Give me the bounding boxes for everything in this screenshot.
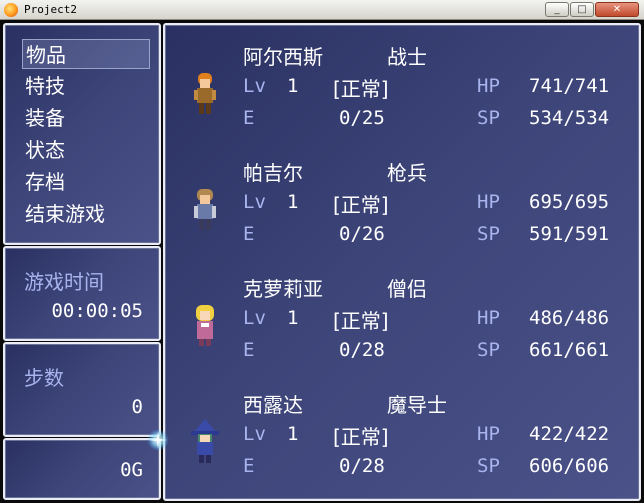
- sp-value: 606/606: [529, 455, 610, 477]
- sp-value: 591/591: [529, 223, 610, 245]
- party-member[interactable]: 西露达 魔导士 Lv 1 [正常] HP 422/422 E 0/28 SP 6…: [165, 373, 639, 489]
- steps-window: 步数 0: [3, 342, 161, 437]
- member-state: [正常]: [333, 193, 389, 217]
- sp-label: SP: [477, 107, 500, 129]
- steps-value: 0: [131, 396, 143, 418]
- play-time-window: 游戏时间 00:00:05: [3, 246, 161, 341]
- level-label: Lv: [243, 191, 266, 213]
- hp-value: 422/422: [529, 423, 610, 445]
- member-class: 战士: [387, 45, 427, 69]
- gold-value: 0G: [120, 459, 143, 481]
- level-value: 1: [287, 191, 299, 213]
- party-member[interactable]: 克萝莉亚 僧侣 Lv 1 [正常] HP 486/486 E 0/28 SP 6…: [165, 257, 639, 373]
- exp-label: E: [243, 223, 255, 245]
- member-state: [正常]: [333, 309, 389, 333]
- hp-label: HP: [477, 307, 500, 329]
- menu-item-end-game[interactable]: 结束游戏: [22, 199, 150, 229]
- member-class: 魔导士: [387, 393, 447, 417]
- warrior-sprite-icon: [194, 73, 216, 114]
- party-status-window: 阿尔西斯 战士 Lv 1 [正常] HP 741/741 E 0/25 SP 5…: [163, 23, 641, 501]
- sp-value: 661/661: [529, 339, 610, 361]
- member-class: 僧侣: [387, 277, 427, 301]
- exp-value: 0/28: [339, 339, 385, 361]
- member-name: 阿尔西斯: [243, 45, 323, 69]
- member-state: [正常]: [333, 425, 389, 449]
- exp-value: 0/26: [339, 223, 385, 245]
- sp-label: SP: [477, 455, 500, 477]
- maximize-button[interactable]: □: [570, 2, 594, 17]
- member-class: 枪兵: [387, 161, 427, 185]
- sp-label: SP: [477, 339, 500, 361]
- app-icon: [4, 3, 18, 17]
- hp-value: 486/486: [529, 307, 610, 329]
- member-name: 帕吉尔: [243, 161, 303, 185]
- gold-window: 0G: [3, 438, 161, 500]
- window-title: Project2: [24, 3, 77, 16]
- close-button[interactable]: ✕: [595, 2, 639, 17]
- menu-item-save[interactable]: 存档: [22, 167, 150, 197]
- mage-sprite-icon: [191, 419, 219, 463]
- level-value: 1: [287, 423, 299, 445]
- level-label: Lv: [243, 423, 266, 445]
- party-member[interactable]: 帕吉尔 枪兵 Lv 1 [正常] HP 695/695 E 0/26 SP 59…: [165, 141, 639, 257]
- sp-value: 534/534: [529, 107, 610, 129]
- menu-item-status[interactable]: 状态: [22, 135, 150, 165]
- exp-label: E: [243, 455, 255, 477]
- minimize-button[interactable]: _: [545, 2, 569, 17]
- exp-value: 0/28: [339, 455, 385, 477]
- window-titlebar[interactable]: Project2 _ □ ✕: [0, 0, 644, 20]
- party-member[interactable]: 阿尔西斯 战士 Lv 1 [正常] HP 741/741 E 0/25 SP 5…: [165, 25, 639, 141]
- exp-value: 0/25: [339, 107, 385, 129]
- sp-label: SP: [477, 223, 500, 245]
- level-value: 1: [287, 307, 299, 329]
- member-name: 西露达: [243, 393, 303, 417]
- hp-label: HP: [477, 191, 500, 213]
- exp-label: E: [243, 339, 255, 361]
- hp-value: 741/741: [529, 75, 610, 97]
- menu-item-skills[interactable]: 特技: [22, 71, 150, 101]
- sparkle-icon: [147, 429, 169, 451]
- level-value: 1: [287, 75, 299, 97]
- menu-item-items[interactable]: 物品: [22, 39, 150, 69]
- hp-label: HP: [477, 75, 500, 97]
- member-name: 克萝莉亚: [243, 277, 323, 301]
- lancer-sprite-icon: [194, 189, 216, 230]
- member-state: [正常]: [333, 77, 389, 101]
- exp-label: E: [243, 107, 255, 129]
- play-time-value: 00:00:05: [51, 300, 143, 322]
- steps-label: 步数: [24, 366, 64, 390]
- level-label: Lv: [243, 75, 266, 97]
- hp-label: HP: [477, 423, 500, 445]
- hp-value: 695/695: [529, 191, 610, 213]
- play-time-label: 游戏时间: [24, 270, 104, 294]
- level-label: Lv: [243, 307, 266, 329]
- command-menu: 物品 特技 装备 状态 存档 结束游戏: [3, 23, 161, 245]
- cleric-sprite-icon: [196, 305, 214, 346]
- menu-item-equip[interactable]: 装备: [22, 103, 150, 133]
